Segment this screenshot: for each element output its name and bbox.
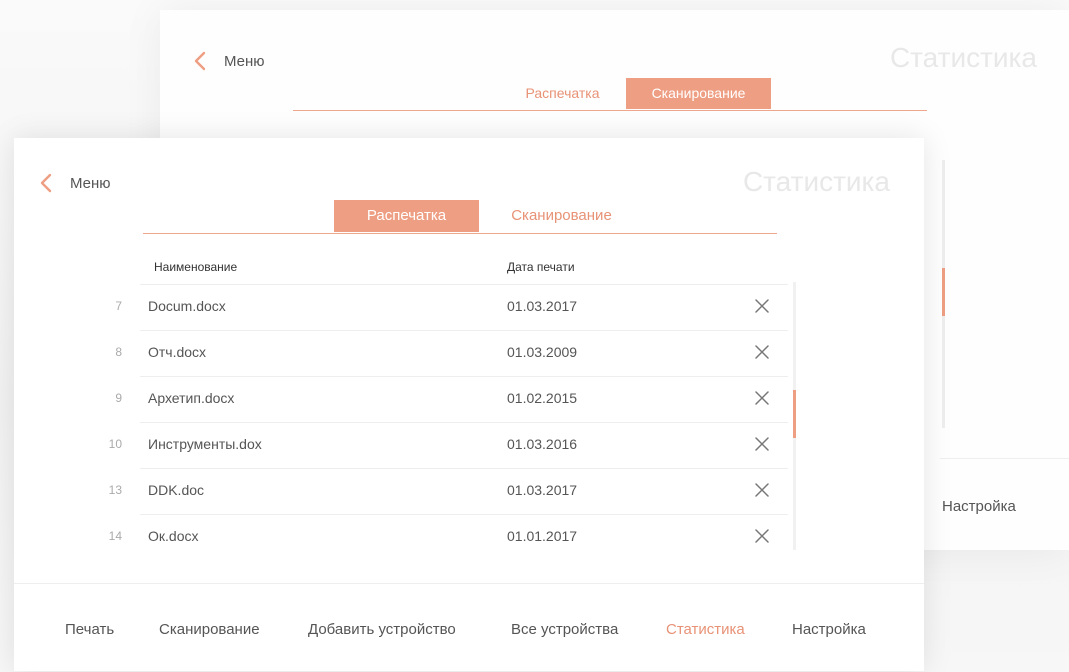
row-name: Отч.docx: [148, 344, 207, 360]
tab-print[interactable]: Распечатка: [334, 200, 479, 232]
close-icon[interactable]: [753, 297, 771, 315]
row-date: 01.03.2017: [507, 298, 578, 314]
footer-nav-settings[interactable]: Настройка: [942, 498, 1016, 515]
scroll-thumb[interactable]: [942, 268, 945, 316]
row-number: 10: [108, 437, 122, 451]
footer-nav-settings[interactable]: Настройка: [792, 621, 866, 638]
table-row: 13 DDK.doc 01.03.2017: [109, 469, 788, 515]
menu-label: Меню: [224, 52, 265, 70]
column-header-name: Наименование: [154, 260, 238, 274]
back-menu-button[interactable]: Меню: [36, 172, 111, 194]
front-window: Меню Статистика Распечатка Сканирование …: [14, 138, 924, 671]
page-title: Статистика: [889, 42, 1037, 73]
tab-scan[interactable]: Сканирование: [489, 200, 634, 232]
close-icon[interactable]: [753, 435, 771, 453]
row-name: Архетип.docx: [148, 390, 235, 406]
footer-divider: [940, 458, 1069, 459]
scroll-thumb[interactable]: [793, 390, 796, 438]
row-name: Ок.docx: [148, 528, 199, 544]
row-name: DDK.doc: [148, 482, 205, 498]
row-date: 01.02.2015: [507, 390, 578, 406]
row-name: Docum.docx: [148, 298, 226, 314]
table-row: 7 Docum.docx 01.03.2017: [115, 285, 788, 331]
tab-scan[interactable]: Сканирование: [626, 78, 771, 109]
table-header: Наименование Дата печати: [140, 238, 788, 285]
close-icon[interactable]: [753, 343, 771, 361]
row-number: 14: [108, 529, 122, 543]
row-number: 7: [115, 299, 122, 313]
table-row: 10 Инструменты.dox 01.03.2016: [109, 423, 788, 469]
footer-nav-scan[interactable]: Сканирование: [159, 621, 260, 638]
back-menu-button[interactable]: Меню: [190, 50, 265, 72]
tab-bar: Распечатка Сканирование: [143, 200, 777, 234]
footer-nav-all-devices[interactable]: Все устройства: [511, 621, 618, 638]
table-row: 9 Архетип.docx 01.02.2015: [115, 377, 788, 423]
chevron-left-icon: [40, 173, 52, 193]
tab-bar: Распечатка Сканирование: [293, 78, 927, 111]
column-header-date: Дата печати: [507, 260, 575, 274]
chevron-left-icon: [194, 51, 206, 71]
print-stats-table: Наименование Дата печати 7 Docum.docx 01…: [14, 238, 814, 560]
close-icon[interactable]: [753, 527, 771, 545]
footer-nav-add-device[interactable]: Добавить устройство: [308, 621, 456, 638]
table-row: 8 Отч.docx 01.03.2009: [115, 331, 788, 377]
row-number: 9: [115, 391, 122, 405]
footer-nav-print[interactable]: Печать: [65, 621, 114, 638]
row-number: 8: [115, 345, 122, 359]
page-title: Статистика: [742, 166, 890, 197]
footer-nav-statistics[interactable]: Статистика: [666, 621, 745, 638]
row-date: 01.01.2017: [507, 528, 578, 544]
row-name: Инструменты.dox: [148, 436, 262, 452]
row-date: 01.03.2009: [507, 344, 578, 360]
row-date: 01.03.2017: [507, 482, 578, 498]
bottom-nav: Печать Сканирование Добавить устройство …: [14, 583, 924, 672]
close-icon[interactable]: [753, 389, 771, 407]
tab-print[interactable]: Распечатка: [499, 78, 626, 109]
close-icon[interactable]: [753, 481, 771, 499]
menu-label: Меню: [70, 174, 111, 192]
row-number: 13: [108, 483, 122, 497]
table-row: 14 Ок.docx 01.01.2017: [109, 515, 788, 560]
row-date: 01.03.2016: [507, 436, 578, 452]
